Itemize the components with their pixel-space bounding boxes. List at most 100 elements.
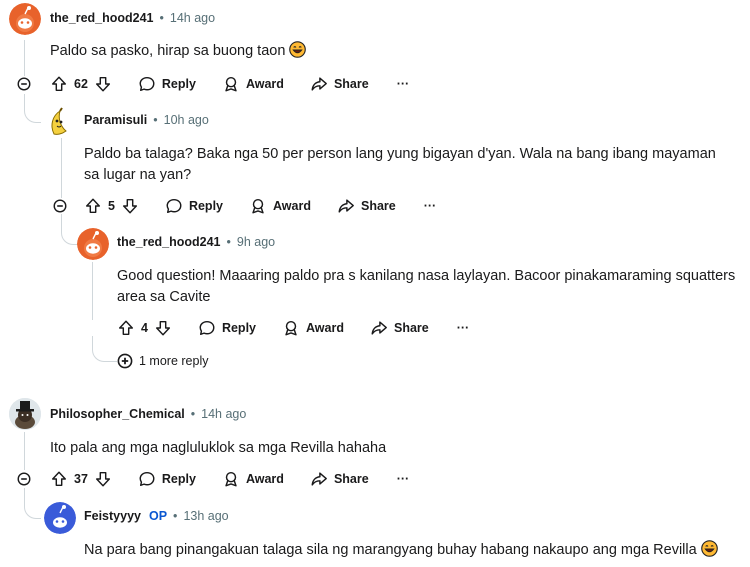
avatar[interactable] (77, 228, 109, 260)
vote-count: 37 (74, 472, 88, 486)
arrow-down-icon[interactable] (94, 75, 112, 93)
username[interactable]: Paramisuli (84, 113, 147, 127)
comment-actions: 5 Reply Award Share ··· (84, 194, 436, 218)
award-button[interactable]: Award (282, 319, 344, 337)
speech-bubble-icon (198, 319, 216, 337)
comment-meta: Philosopher_Chemical • 14h ago (50, 407, 246, 421)
more-options-button[interactable]: ··· (397, 77, 410, 91)
award-label: Award (273, 199, 311, 213)
separator: • (159, 11, 164, 25)
plus-circle-icon (117, 353, 133, 369)
share-arrow-icon (310, 75, 328, 93)
vote-group: 5 (84, 197, 139, 215)
comment-body: Paldo sa pasko, hirap sa buong taon (50, 41, 306, 62)
comment-text: Paldo sa pasko, hirap sa buong taon (50, 43, 286, 59)
more-options-button[interactable]: ··· (424, 199, 437, 213)
avatar[interactable] (9, 398, 41, 430)
minus-circle-icon[interactable] (53, 199, 67, 213)
speech-bubble-icon (138, 470, 156, 488)
share-arrow-icon (337, 197, 355, 215)
timestamp[interactable]: 9h ago (237, 235, 275, 249)
comment-body: Paldo ba talaga? Baka nga 50 per person … (84, 146, 716, 183)
separator: • (173, 509, 178, 523)
comment-body: Ito pala ang mga nagluluklok sa mga Revi… (50, 440, 387, 456)
timestamp[interactable]: 10h ago (164, 113, 209, 127)
comment-actions: 4 Reply Award Share ··· (117, 316, 469, 340)
share-label: Share (333, 472, 369, 486)
arrow-down-icon[interactable] (154, 319, 172, 337)
vote-group: 37 (50, 470, 112, 488)
arrow-up-icon[interactable] (50, 75, 68, 93)
minus-circle-icon[interactable] (17, 77, 31, 91)
reply-button[interactable]: Reply (138, 470, 196, 488)
arrow-up-icon[interactable] (84, 197, 102, 215)
thread-line (61, 138, 62, 198)
thread-line (24, 40, 25, 76)
separator: • (153, 113, 158, 127)
comment-meta: Paramisuli • 10h ago (84, 113, 209, 127)
timestamp[interactable]: 14h ago (170, 11, 215, 25)
award-icon (282, 319, 300, 337)
comment-meta: the_red_hood241 • 9h ago (117, 235, 275, 249)
thread-line (92, 262, 93, 320)
share-arrow-icon (370, 319, 388, 337)
reply-button[interactable]: Reply (198, 319, 256, 337)
arrow-down-icon[interactable] (94, 470, 112, 488)
award-icon (222, 75, 240, 93)
share-label: Share (333, 77, 369, 91)
snoo-avatar-icon (77, 228, 109, 260)
award-label: Award (245, 77, 284, 91)
more-replies-label: 1 more reply (139, 354, 209, 368)
username[interactable]: the_red_hood241 (50, 11, 154, 25)
vote-group: 4 (117, 319, 172, 337)
minus-circle-icon[interactable] (17, 472, 31, 486)
award-button[interactable]: Award (222, 470, 284, 488)
reply-label: Reply (188, 199, 223, 213)
thread-elbow (24, 94, 41, 123)
more-options-label: ··· (456, 321, 470, 335)
username[interactable]: Feistyyyy (84, 509, 141, 523)
award-button[interactable]: Award (249, 197, 311, 215)
avatar[interactable] (44, 502, 76, 534)
thread-line (24, 432, 25, 470)
timestamp[interactable]: 14h ago (201, 407, 246, 421)
username[interactable]: the_red_hood241 (117, 235, 221, 249)
top-hat-avatar-icon (9, 398, 41, 430)
reply-button[interactable]: Reply (165, 197, 223, 215)
more-options-label: ··· (423, 199, 437, 213)
share-button[interactable]: Share (310, 470, 369, 488)
snoo-avatar-icon (44, 502, 76, 534)
share-button[interactable]: Share (337, 197, 396, 215)
share-button[interactable]: Share (370, 319, 429, 337)
more-options-button[interactable]: ··· (457, 321, 470, 335)
award-label: Award (306, 321, 344, 335)
share-arrow-icon (310, 470, 328, 488)
more-options-label: ··· (396, 472, 410, 486)
share-button[interactable]: Share (310, 75, 369, 93)
speech-bubble-icon (165, 197, 183, 215)
thread-elbow (61, 214, 78, 245)
award-icon (249, 197, 267, 215)
username[interactable]: Philosopher_Chemical (50, 407, 185, 421)
award-icon (222, 470, 240, 488)
snoo-avatar-icon (9, 3, 41, 35)
grinning-emoji-icon (289, 41, 306, 58)
arrow-up-icon[interactable] (50, 470, 68, 488)
award-button[interactable]: Award (222, 75, 284, 93)
avatar[interactable] (44, 106, 76, 138)
vote-group: 62 (50, 75, 112, 93)
award-label: Award (245, 472, 284, 486)
comment-actions: 37 Reply Award Share ··· (50, 467, 409, 491)
timestamp[interactable]: 13h ago (183, 509, 228, 523)
vote-count: 62 (74, 77, 88, 91)
arrow-down-icon[interactable] (121, 197, 139, 215)
separator: • (226, 235, 231, 249)
reply-button[interactable]: Reply (138, 75, 196, 93)
more-replies-link[interactable]: 1 more reply (117, 353, 208, 369)
avatar[interactable] (9, 3, 41, 35)
arrow-up-icon[interactable] (117, 319, 135, 337)
comment-actions: 62 Reply Award Share ··· (50, 72, 409, 96)
more-options-button[interactable]: ··· (397, 472, 410, 486)
comment-text: Na para bang pinangakuan talaga sila ng … (84, 542, 697, 558)
comment-meta: the_red_hood241 • 14h ago (50, 11, 215, 25)
